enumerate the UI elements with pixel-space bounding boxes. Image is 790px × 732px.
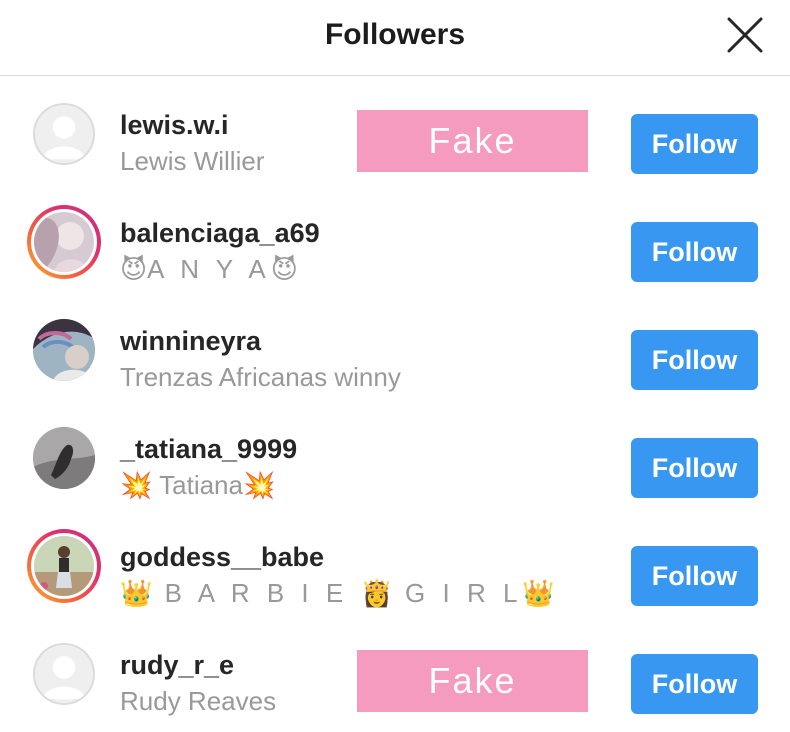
fake-label: Fake — [357, 650, 588, 712]
crown-icon: 👑 — [522, 578, 555, 608]
avatar[interactable] — [33, 319, 95, 381]
fake-label: Fake — [357, 110, 588, 172]
list-item[interactable]: goddess__babe 👑 B A R B I E 👸 G I R L👑 F… — [0, 516, 790, 624]
list-item[interactable]: rudy_r_e Rudy Reaves Fake Follow — [0, 624, 790, 732]
full-name: 💥 Tatiana💥 — [120, 470, 276, 500]
collision-icon: 💥 — [242, 470, 276, 500]
close-icon[interactable] — [726, 16, 764, 54]
username[interactable]: winnineyra — [120, 326, 261, 357]
full-name: 👑 B A R B I E 👸 G I R L👑 — [120, 578, 555, 608]
avatar — [34, 536, 94, 596]
page-title: Followers — [324, 18, 466, 51]
header-bar: Followers — [0, 0, 790, 76]
username[interactable]: _tatiana_9999 — [120, 434, 297, 465]
devil-icon: 😈 — [120, 254, 148, 284]
full-name: Trenzas Africanas winny — [120, 362, 401, 392]
follow-button[interactable]: Follow — [631, 222, 758, 282]
list-item[interactable]: winnineyra Trenzas Africanas winny Follo… — [0, 300, 790, 408]
crown-icon: 👑 — [120, 578, 153, 608]
list-item[interactable]: balenciaga_a69 😈A N Y A😈 Follow — [0, 192, 790, 300]
default-avatar-icon[interactable] — [33, 643, 95, 705]
collision-icon: 💥 — [120, 470, 153, 500]
full-name: 😈A N Y A😈 — [120, 254, 298, 284]
username[interactable]: goddess__babe — [120, 542, 324, 573]
full-name: Lewis Willier — [120, 146, 265, 176]
avatar-story-ring[interactable] — [27, 529, 101, 603]
full-name: Rudy Reaves — [120, 686, 277, 716]
follow-button[interactable]: Follow — [631, 546, 758, 606]
follow-button[interactable]: Follow — [631, 654, 758, 714]
follow-button[interactable]: Follow — [631, 438, 758, 498]
list-item[interactable]: lewis.w.i Lewis Willier Fake Follow — [0, 84, 790, 192]
follow-button[interactable]: Follow — [631, 114, 758, 174]
avatar — [34, 212, 94, 272]
default-avatar-icon[interactable] — [33, 103, 95, 165]
princess-icon: 👸 — [360, 578, 393, 608]
username[interactable]: rudy_r_e — [120, 650, 234, 681]
devil-icon: 😈 — [270, 254, 298, 284]
avatar[interactable] — [33, 427, 95, 489]
avatar-story-ring[interactable] — [27, 205, 101, 279]
username[interactable]: balenciaga_a69 — [120, 218, 320, 249]
follow-button[interactable]: Follow — [631, 330, 758, 390]
list-item[interactable]: _tatiana_9999 💥 Tatiana💥 Follow — [0, 408, 790, 516]
username[interactable]: lewis.w.i — [120, 110, 229, 141]
